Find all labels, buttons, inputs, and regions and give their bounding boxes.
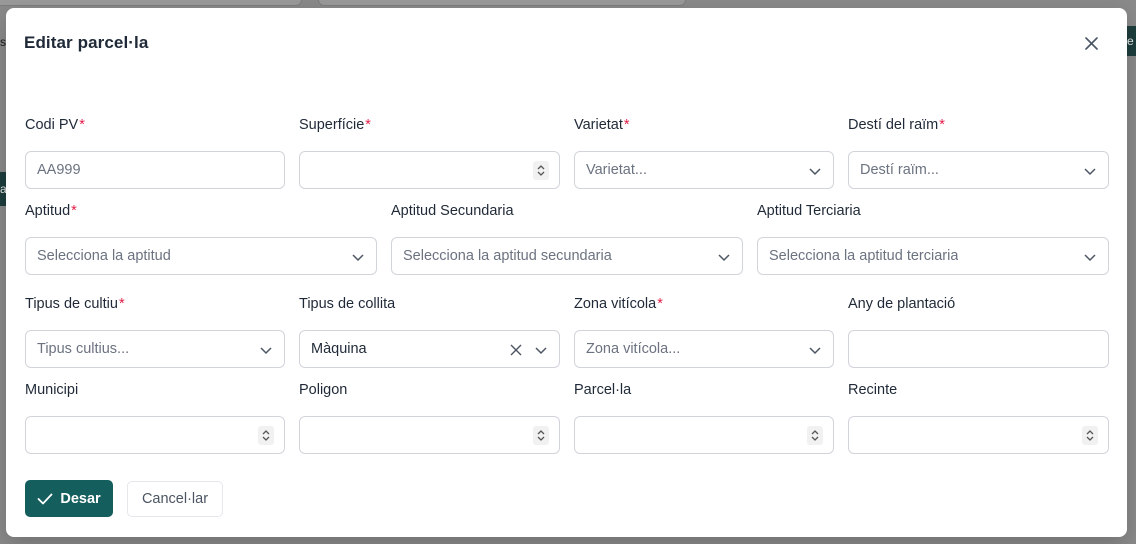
save-button-label: Desar [60, 490, 101, 507]
codi-pv-input[interactable] [37, 162, 273, 178]
field-label: Aptitud [25, 203, 71, 219]
field-label: Aptitud Secundaria [391, 203, 514, 219]
background-text-fragment: e [1127, 34, 1134, 48]
number-stepper[interactable] [533, 161, 549, 180]
required-marker: * [79, 117, 85, 133]
tipus-collita-select[interactable]: Màquina [299, 330, 560, 368]
required-marker: * [939, 117, 945, 133]
required-marker: * [657, 296, 663, 312]
chevron-down-icon [352, 254, 364, 262]
required-marker: * [118, 296, 125, 312]
parcela-field: Parcel·la [574, 381, 834, 454]
aptitud-field: Aptitud * Selecciona la aptitud [25, 202, 377, 275]
number-stepper[interactable] [807, 426, 823, 445]
poligon-field: Poligon [299, 381, 560, 454]
recinte-field: Recinte [848, 381, 1109, 454]
aptitud-select[interactable]: Selecciona la aptitud [25, 237, 377, 275]
superficie-input[interactable] [311, 162, 548, 178]
municipi-field: Municipi [25, 381, 285, 454]
close-icon [1084, 36, 1098, 50]
stepper-arrows-icon [537, 165, 545, 176]
aptitud-terciaria-select[interactable]: Selecciona la aptitud terciaria [757, 237, 1109, 275]
chevron-down-icon [260, 347, 272, 355]
number-stepper[interactable] [258, 426, 274, 445]
tipus-cultiu-field: Tipus de cultiu * Tipus cultius... [25, 295, 285, 368]
chevron-down-icon [718, 254, 730, 262]
zona-viticola-field: Zona vitícola * Zona vitícola... [574, 295, 834, 368]
stepper-arrows-icon [811, 430, 819, 441]
aptitud-terciaria-field: Aptitud Terciaria Selecciona la aptitud … [757, 202, 1109, 275]
field-label: Any de plantació [848, 296, 956, 312]
required-marker: * [623, 117, 630, 133]
select-placeholder: Selecciona la aptitud [37, 248, 171, 264]
stepper-arrows-icon [262, 430, 270, 441]
desti-raim-select[interactable]: Destí raïm... [848, 151, 1109, 189]
recinte-input[interactable] [860, 427, 1097, 443]
select-placeholder: Varietat... [586, 162, 647, 178]
field-label: Zona vitícola [574, 296, 657, 312]
field-label: Aptitud Terciaria [757, 203, 861, 219]
tipus-cultiu-select[interactable]: Tipus cultius... [25, 330, 285, 368]
background-input [0, 0, 302, 6]
parcela-input[interactable] [586, 427, 822, 443]
background-button-fragment: e [1127, 26, 1136, 56]
required-marker: * [71, 203, 77, 219]
cancel-button-label: Cancel·lar [141, 491, 209, 507]
chevron-down-icon [535, 347, 547, 355]
field-label: Destí del raïm [848, 117, 939, 133]
field-label: Tipus de collita [299, 296, 396, 312]
check-icon [37, 493, 53, 504]
required-marker: * [365, 117, 371, 133]
superficie-field: Superfície * [299, 116, 560, 189]
chevron-down-icon [809, 347, 821, 355]
tipus-collita-field: Tipus de collita Màquina [299, 295, 560, 368]
chevron-down-icon [1084, 168, 1096, 176]
clear-icon[interactable] [509, 343, 523, 357]
aptitud-secundaria-select[interactable]: Selecciona la aptitud secundaria [391, 237, 743, 275]
number-stepper[interactable] [533, 426, 549, 445]
desti-raim-field: Destí del raïm * Destí raïm... [848, 116, 1109, 189]
aptitud-secundaria-field: Aptitud Secundaria Selecciona la aptitud… [391, 202, 743, 275]
chevron-down-icon [1084, 254, 1096, 262]
any-plantacio-field: Any de plantació [848, 295, 1109, 368]
select-placeholder: Selecciona la aptitud terciaria [769, 248, 959, 264]
field-label: Codi PV [25, 117, 79, 133]
save-button[interactable]: Desar [25, 480, 113, 517]
select-placeholder: Destí raïm... [860, 162, 939, 178]
field-label: Poligon [299, 382, 348, 398]
zona-viticola-select[interactable]: Zona vitícola... [574, 330, 834, 368]
field-label: Varietat [574, 117, 623, 133]
field-label: Superfície [299, 117, 365, 133]
field-label: Municipi [25, 382, 79, 398]
select-placeholder: Tipus cultius... [37, 341, 130, 357]
codi-pv-field: Codi PV * [25, 116, 285, 189]
edit-parcel-dialog: Editar parcel·la Codi PV* Superfície* Va… [6, 8, 1127, 537]
stepper-arrows-icon [537, 430, 545, 441]
any-plantacio-input[interactable] [860, 341, 1097, 357]
field-label: Parcel·la [574, 382, 632, 398]
municipi-input[interactable] [37, 427, 273, 443]
close-button[interactable] [1082, 34, 1100, 52]
number-stepper[interactable] [1082, 426, 1098, 445]
varietat-field: Varietat * Varietat... [574, 116, 834, 189]
select-value: Màquina [311, 341, 367, 357]
varietat-select[interactable]: Varietat... [574, 151, 834, 189]
background-input [318, 0, 686, 6]
select-placeholder: Zona vitícola... [586, 341, 681, 357]
chevron-down-icon [809, 168, 821, 176]
stepper-arrows-icon [1086, 430, 1094, 441]
field-label: Tipus de cultiu [25, 296, 118, 312]
select-placeholder: Selecciona la aptitud secundaria [403, 248, 612, 264]
dialog-title: Editar parcel·la [24, 33, 149, 52]
cancel-button[interactable]: Cancel·lar [127, 481, 223, 517]
field-label: Recinte [848, 382, 898, 398]
poligon-input[interactable] [311, 427, 548, 443]
